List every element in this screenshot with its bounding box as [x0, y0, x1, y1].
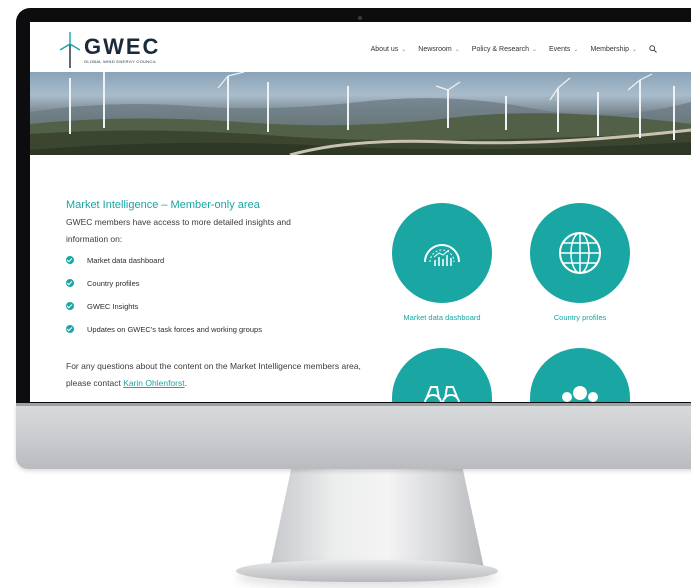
member-area-section: Market Intelligence – Member-only area G… [30, 155, 691, 402]
nav-label: Policy & Research [471, 46, 529, 53]
contact-end: . [184, 378, 187, 388]
camera-dot [358, 16, 362, 20]
search-icon[interactable] [649, 45, 657, 53]
check-circle-icon [66, 279, 74, 287]
monitor-screen: GWEC GLOBAL WIND ENERGY COUNCIL About us… [30, 22, 691, 402]
nav-item-policy-research[interactable]: Policy & Research ⌄ [472, 46, 537, 54]
tile-circle [392, 348, 492, 402]
logo-tagline: GLOBAL WIND ENERGY COUNCIL [84, 59, 157, 64]
contact-link-karin-ohlenforst[interactable]: Karin Ohlenforst [123, 378, 184, 388]
monitor-chin-edge [16, 403, 691, 406]
binoculars-icon [424, 386, 460, 402]
nav-label: About us [370, 46, 399, 53]
check-circle-icon [66, 256, 74, 264]
chevron-down-icon: ⌄ [454, 47, 460, 53]
globe-icon [559, 232, 601, 274]
nav-label: Membership [590, 46, 629, 53]
tile-market-data-dashboard[interactable]: Market data dashboard [386, 203, 498, 322]
feature-label: Country profiles [87, 279, 140, 288]
tile-circle [530, 348, 630, 402]
nav-label: Newsroom [418, 46, 452, 53]
tile-gwec-insights[interactable] [386, 348, 498, 402]
list-item: Updates on GWEC’s task forces and workin… [66, 325, 262, 348]
people-group-icon [562, 386, 598, 402]
site-header: GWEC GLOBAL WIND ENERGY COUNCIL About us… [30, 22, 691, 72]
feature-list: Market data dashboard Country profiles G… [66, 256, 262, 348]
chevron-down-icon: ⌄ [573, 47, 579, 53]
list-item: Market data dashboard [66, 256, 262, 279]
dashboard-gauge-icon [424, 244, 460, 266]
monitor-stand-neck [270, 468, 484, 568]
wind-turbine-logo-icon [60, 32, 80, 68]
monitor-chin [16, 403, 691, 469]
tile-caption: Market data dashboard [403, 313, 481, 322]
hero-banner-wind-farm-image [30, 72, 691, 155]
nav-item-about-us[interactable]: About us ⌄ [371, 46, 407, 54]
main-nav: About us ⌄ Newsroom ⌄ Policy & Research ⌄ E… [359, 45, 657, 54]
feature-label: Updates on GWEC’s task forces and workin… [87, 325, 262, 334]
feature-label: Market data dashboard [87, 256, 165, 265]
chevron-down-icon: ⌄ [631, 47, 637, 53]
monitor-stand-base [236, 560, 498, 582]
tile-working-groups[interactable] [524, 348, 636, 402]
tile-country-profiles[interactable]: Country profiles [524, 203, 636, 322]
nav-label: Events [549, 46, 571, 53]
gwec-logo[interactable]: GWEC GLOBAL WIND ENERGY COUNCIL [60, 32, 200, 68]
intro-text: GWEC members have access to more detaile… [66, 217, 291, 244]
contact-sentence: For any questions about the content on t… [66, 361, 361, 388]
check-circle-icon [66, 302, 74, 310]
contact-text: For any questions about the content on t… [66, 358, 366, 392]
nav-item-events[interactable]: Events ⌄ [549, 46, 578, 54]
nav-item-membership[interactable]: Membership ⌄ [590, 46, 637, 54]
tile-circle [392, 203, 492, 303]
check-circle-icon [66, 325, 74, 333]
list-item: GWEC Insights [66, 302, 262, 325]
feature-label: GWEC Insights [87, 302, 139, 311]
list-item: Country profiles [66, 279, 262, 302]
section-title: Market Intelligence – Member-only area [66, 199, 260, 211]
logo-wordmark: GWEC [84, 34, 161, 59]
tile-circle [530, 203, 630, 303]
chevron-down-icon: ⌄ [531, 47, 538, 53]
nav-item-newsroom[interactable]: Newsroom ⌄ [418, 46, 459, 54]
chevron-down-icon: ⌄ [401, 47, 407, 53]
tile-caption: Country profiles [553, 313, 607, 322]
